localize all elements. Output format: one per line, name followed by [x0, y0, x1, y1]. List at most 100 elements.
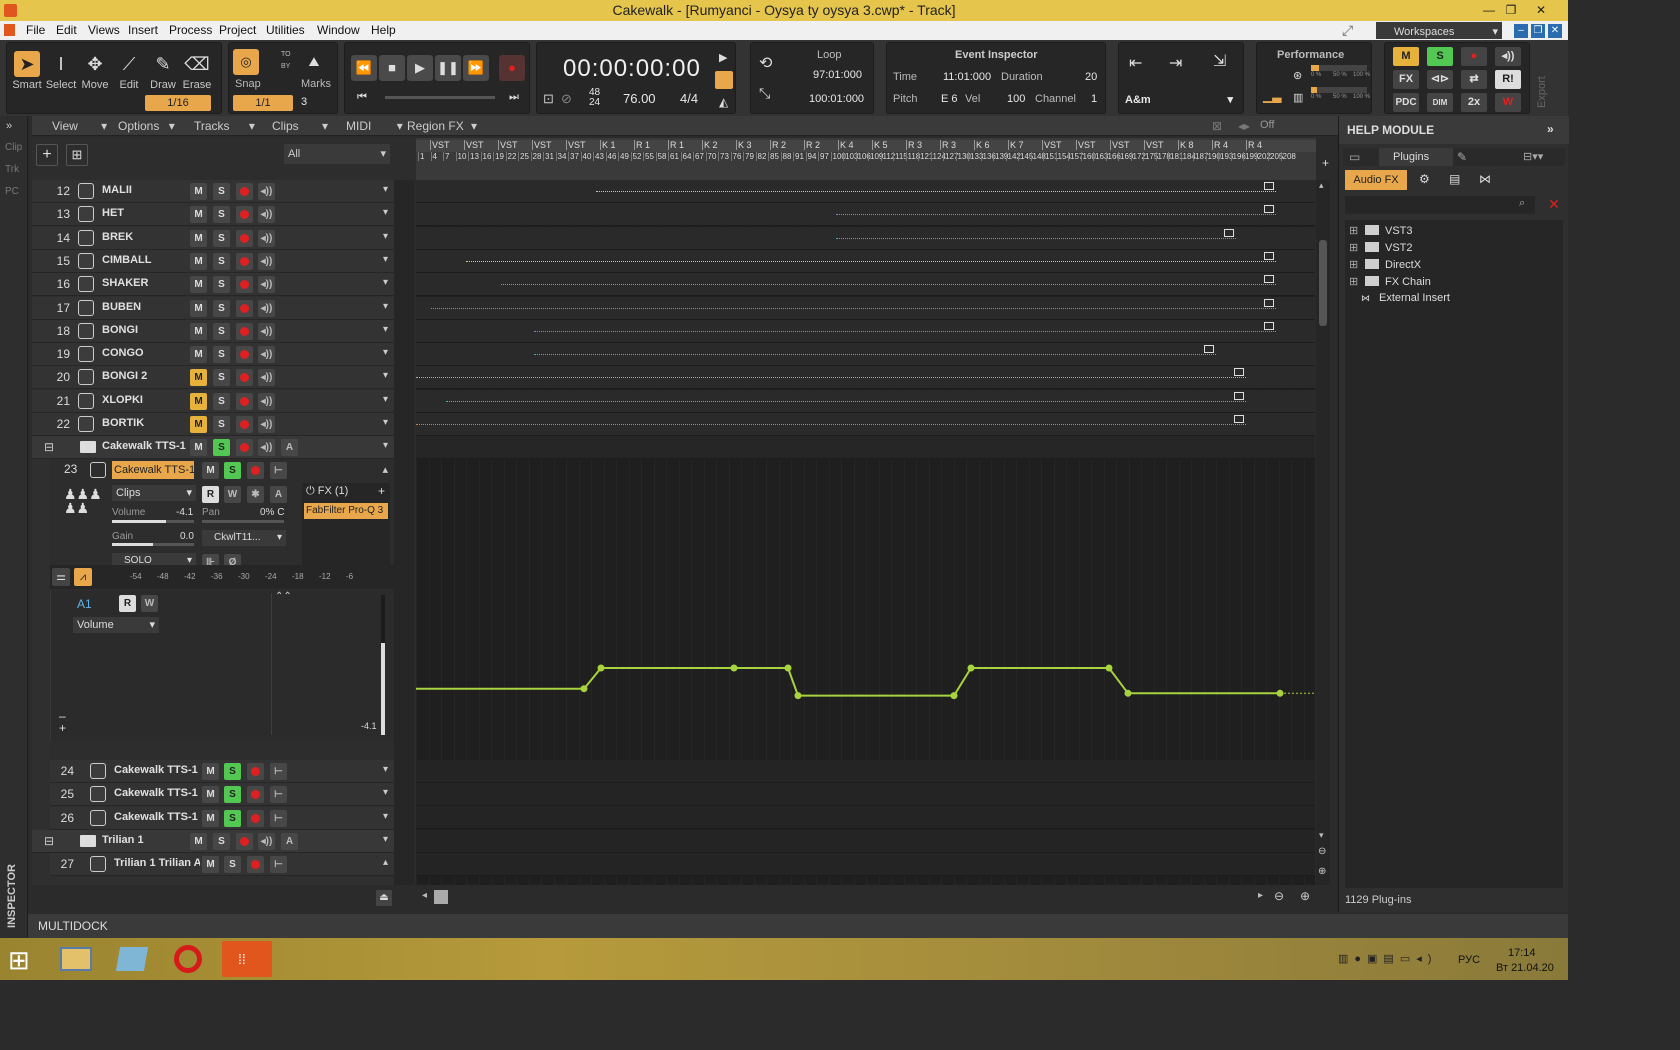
menu-tracks[interactable]: Tracks ▾ — [194, 118, 255, 134]
audio-fx-button[interactable]: Audio FX — [1345, 170, 1407, 190]
smart-tool[interactable]: ➤ Smart — [11, 49, 43, 95]
marker-flag[interactable]: VST — [498, 140, 518, 150]
edit-filter-icon[interactable]: ⊠ — [1212, 119, 1222, 133]
punch-icon[interactable]: ⤡ — [759, 85, 770, 102]
expand-icon[interactable]: ⊞ — [1349, 241, 1359, 254]
fx-plugin-slot[interactable]: FabFilter Pro-Q 3 — [304, 503, 388, 519]
marker-flag[interactable]: VST — [1110, 140, 1130, 150]
select-end-icon[interactable]: ⇥ — [1169, 53, 1182, 73]
track-row[interactable]: 16 SHAKER M S ◂)) ▾ — [32, 273, 394, 297]
marker-flag[interactable]: R 1 — [668, 140, 684, 150]
envelope-line[interactable] — [416, 667, 1280, 697]
arm-button[interactable] — [236, 206, 253, 224]
doc-minimize-button[interactable]: – — [1514, 24, 1528, 38]
plugins-tab[interactable]: Plugins — [1379, 148, 1453, 166]
solo-button[interactable]: S — [213, 252, 230, 270]
fx-bypass-button[interactable]: ✱ — [247, 486, 264, 503]
clip-row[interactable] — [416, 226, 1315, 250]
track-name[interactable]: Cakewalk TTS-1 — [114, 811, 200, 823]
track-27[interactable]: 27 Trilian 1 Trilian A M S ⊢ ▴ — [50, 853, 394, 876]
track-icons-button[interactable]: ⊞ — [66, 144, 88, 166]
tree-item[interactable]: ⊞ VST2 — [1349, 241, 1413, 257]
arm-button[interactable] — [236, 392, 253, 410]
clip-row[interactable] — [416, 180, 1315, 203]
midi-fx-icon[interactable]: ⋈ — [1479, 172, 1491, 186]
track-row[interactable]: 15 CIMBALL M S ◂)) ▾ — [32, 249, 394, 273]
inspector-tab[interactable]: INSPECTOR — [6, 864, 18, 928]
strip-pc-tab[interactable]: PC — [5, 186, 19, 197]
track-row[interactable]: 22 BORTIK M S ◂)) ▾ — [32, 413, 394, 436]
solo-button[interactable]: S — [213, 833, 230, 850]
envelope-node[interactable] — [580, 685, 588, 693]
vertical-scrollbar[interactable]: ▴ ▾ ⊖ ⊕ — [1316, 180, 1330, 885]
minimize-button[interactable]: — — [1478, 0, 1500, 20]
mute-button[interactable]: M — [190, 206, 207, 224]
language-indicator[interactable]: РУС — [1458, 954, 1480, 966]
clip-row[interactable] — [416, 296, 1315, 320]
browser-menu-icon[interactable]: ⊟▾▾ — [1523, 150, 1543, 163]
file-explorer-icon[interactable] — [52, 941, 102, 977]
collapse-panel-icon[interactable]: » — [1547, 122, 1554, 136]
lane-read-button[interactable]: R — [119, 595, 136, 612]
mute-button[interactable]: M — [202, 786, 219, 804]
solo-button[interactable]: S — [224, 763, 241, 780]
track-menu-icon[interactable]: ▾ — [383, 834, 388, 845]
track-row[interactable]: 25 Cakewalk TTS-1 M S ⊢ ▾ — [50, 783, 394, 807]
play-small-icon[interactable]: ▶ — [719, 51, 727, 64]
marker-flag[interactable]: VST — [1042, 140, 1062, 150]
snap-to-selection-icon[interactable]: ⇲ — [1213, 51, 1226, 71]
instruments-icon[interactable]: ▤ — [1449, 172, 1460, 186]
cakewalk-taskbar-icon[interactable]: ⁞⁞ — [222, 941, 272, 977]
track-row[interactable]: 21 XLOPKI M S ◂)) ▾ — [32, 389, 394, 413]
track-menu-icon[interactable]: ▾ — [383, 370, 388, 381]
track-menu-icon[interactable]: ▾ — [383, 301, 388, 312]
record-small-button[interactable] — [715, 71, 733, 89]
write-button[interactable]: W — [224, 486, 241, 503]
clip-row[interactable] — [416, 413, 1315, 436]
automation-lane-button[interactable]: ⩘ — [74, 568, 92, 586]
mute-button[interactable]: M — [190, 833, 207, 850]
expand-icon[interactable]: ⤢ — [1342, 22, 1358, 38]
menu-app-icon[interactable] — [4, 24, 15, 36]
marker-flag[interactable]: R 3 — [940, 140, 956, 150]
dim-button[interactable]: DIM — [1427, 93, 1453, 112]
pan-value[interactable]: 0% C — [260, 507, 284, 518]
input-echo-button[interactable]: ◂)) — [258, 252, 275, 270]
clip-row[interactable] — [416, 830, 1315, 853]
clip-row[interactable] — [416, 273, 1315, 297]
marker-lane[interactable]: VST VST VST VST VST K 1 R 1 R 1 K 2 K 3 R 2 R 2 K 4 K… — [416, 140, 1316, 152]
scroll-right-icon[interactable]: ▸ — [1258, 890, 1263, 901]
rewind-button[interactable]: ⏪ — [351, 55, 377, 81]
plugin-search-input[interactable] — [1345, 196, 1535, 214]
track-name[interactable]: BREK — [102, 231, 192, 243]
lane-toggle-icon[interactable]: ◂▸ — [1238, 119, 1250, 133]
input-echo-button[interactable]: ◂)) — [258, 183, 275, 200]
search-icon[interactable]: ⌕ — [1519, 197, 1525, 210]
menu-utilities[interactable]: Utilities — [266, 23, 305, 37]
fx-chain-icon[interactable]: ⚙ — [1419, 172, 1430, 186]
loop-icon[interactable]: ⟲ — [759, 53, 772, 73]
arm-button[interactable] — [236, 369, 253, 387]
mute-button[interactable]: M — [190, 183, 207, 200]
midi-panic-button[interactable]: ⊲⊳ — [1427, 70, 1453, 89]
lane-write-button[interactable]: W — [141, 595, 158, 612]
arm-button[interactable] — [236, 833, 253, 850]
track-name[interactable]: XLOPKI — [102, 394, 192, 406]
marker-flag[interactable]: R 4 — [1212, 140, 1228, 150]
envelope-node[interactable] — [950, 692, 958, 700]
snap-value[interactable]: 1/1 — [233, 95, 293, 111]
track-menu-icon[interactable]: ▾ — [383, 324, 388, 335]
play-button[interactable]: ▶ — [407, 55, 433, 81]
clip-row[interactable] — [416, 203, 1315, 227]
collapse-icon[interactable]: ⊟ — [44, 440, 54, 454]
doc-restore-button[interactable]: ❐ — [1531, 24, 1545, 38]
track-menu-icon[interactable]: ▾ — [383, 440, 388, 451]
read-button[interactable]: R — [202, 486, 219, 503]
ei-duration-value[interactable]: 20 — [1085, 71, 1097, 83]
doc-close-button[interactable]: ✕ — [1548, 24, 1562, 38]
add-track-button[interactable]: + — [36, 144, 58, 166]
track-menu-icon[interactable]: ▾ — [383, 207, 388, 218]
clear-search-icon[interactable]: ✕ — [1545, 196, 1563, 214]
solo-button[interactable]: S — [213, 392, 230, 410]
snap-count[interactable]: 3 — [301, 96, 307, 108]
